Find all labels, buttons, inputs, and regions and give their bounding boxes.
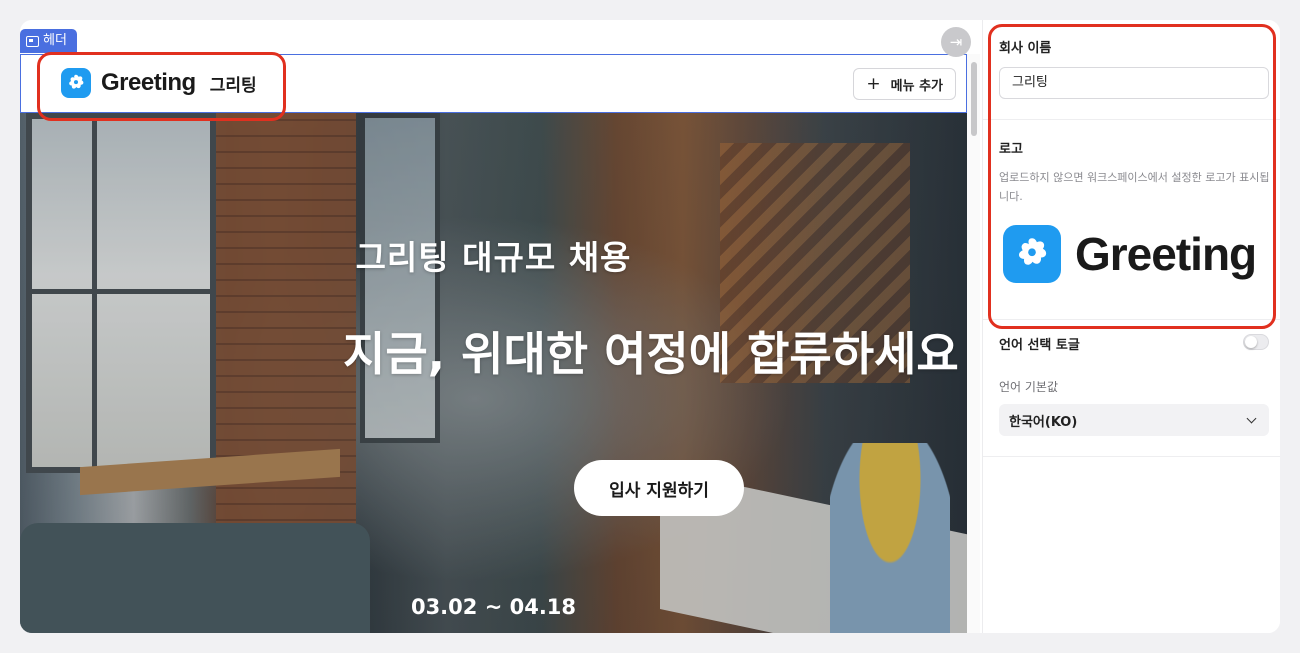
greeting-logo-icon [61,68,91,98]
language-toggle-label: 언어 선택 토글 [999,338,1080,353]
greeting-logo-icon [1003,225,1061,283]
add-menu-label: 메뉴 추가 [890,78,943,94]
hero-subtitle: 그리팅 대규모 채용 [355,238,632,277]
logo-label: 로고 [999,142,1023,157]
plus-icon: + [866,73,881,94]
page-preview-canvas: 헤더 ⇥ Greeting 그리팅 + 메뉴 추가 그리팅 대규모 채용 지금,… [20,20,980,633]
default-language-value: 한국어(KO) [1009,414,1078,430]
editor-frame: 헤더 ⇥ Greeting 그리팅 + 메뉴 추가 그리팅 대규모 채용 지금,… [20,20,1280,633]
add-menu-button[interactable]: + 메뉴 추가 [853,68,956,100]
language-toggle-switch[interactable] [1243,334,1269,350]
company-name-input[interactable]: 그리팅 [999,67,1269,99]
hero-banner[interactable]: 그리팅 대규모 채용 지금, 위대한 여정에 합류하세요 입사 지원하기 03.… [20,113,967,633]
arrow-right-bar-icon: ⇥ [949,32,963,51]
logo-wordmark: Greeting [1075,228,1257,280]
header-brand[interactable]: Greeting 그리팅 [61,68,257,98]
section-icon [26,35,39,47]
logo-upload-preview[interactable]: Greeting [1003,225,1257,283]
apply-button[interactable]: 입사 지원하기 [574,460,744,516]
canvas-scrollbar-track[interactable] [967,54,980,633]
company-name-section: 회사 이름 그리팅 [983,20,1280,120]
section-tag-label: 헤더 [43,33,67,48]
default-language-select[interactable]: 한국어(KO) [999,404,1269,436]
canvas-scrollbar-thumb[interactable] [971,62,977,136]
section-tag-header[interactable]: 헤더 [20,29,77,53]
logo-section: 로고 [983,120,1280,320]
default-language-label: 언어 기본값 [999,380,1059,394]
site-header[interactable]: Greeting 그리팅 + 메뉴 추가 [20,54,967,113]
brand-company-name: 그리팅 [209,75,257,96]
panel-divider [983,456,1280,457]
hero-title: 지금, 위대한 여정에 합류하세요 [343,327,959,381]
brand-wordmark: Greeting [101,69,196,96]
company-name-label: 회사 이름 [999,41,1052,56]
chevron-down-icon [1246,413,1257,423]
logo-help-text: 업로드하지 않으면 워크스페이스에서 설정한 로고가 표시됩니다. [999,171,1270,203]
hero-date-range: 03.02 ~ 04.18 [410,595,577,619]
collapse-panel-button[interactable]: ⇥ [941,27,971,57]
settings-panel: 회사 이름 그리팅 로고 업로드하지 않으면 워크스페이스에서 설정한 로고가 … [982,20,1280,633]
